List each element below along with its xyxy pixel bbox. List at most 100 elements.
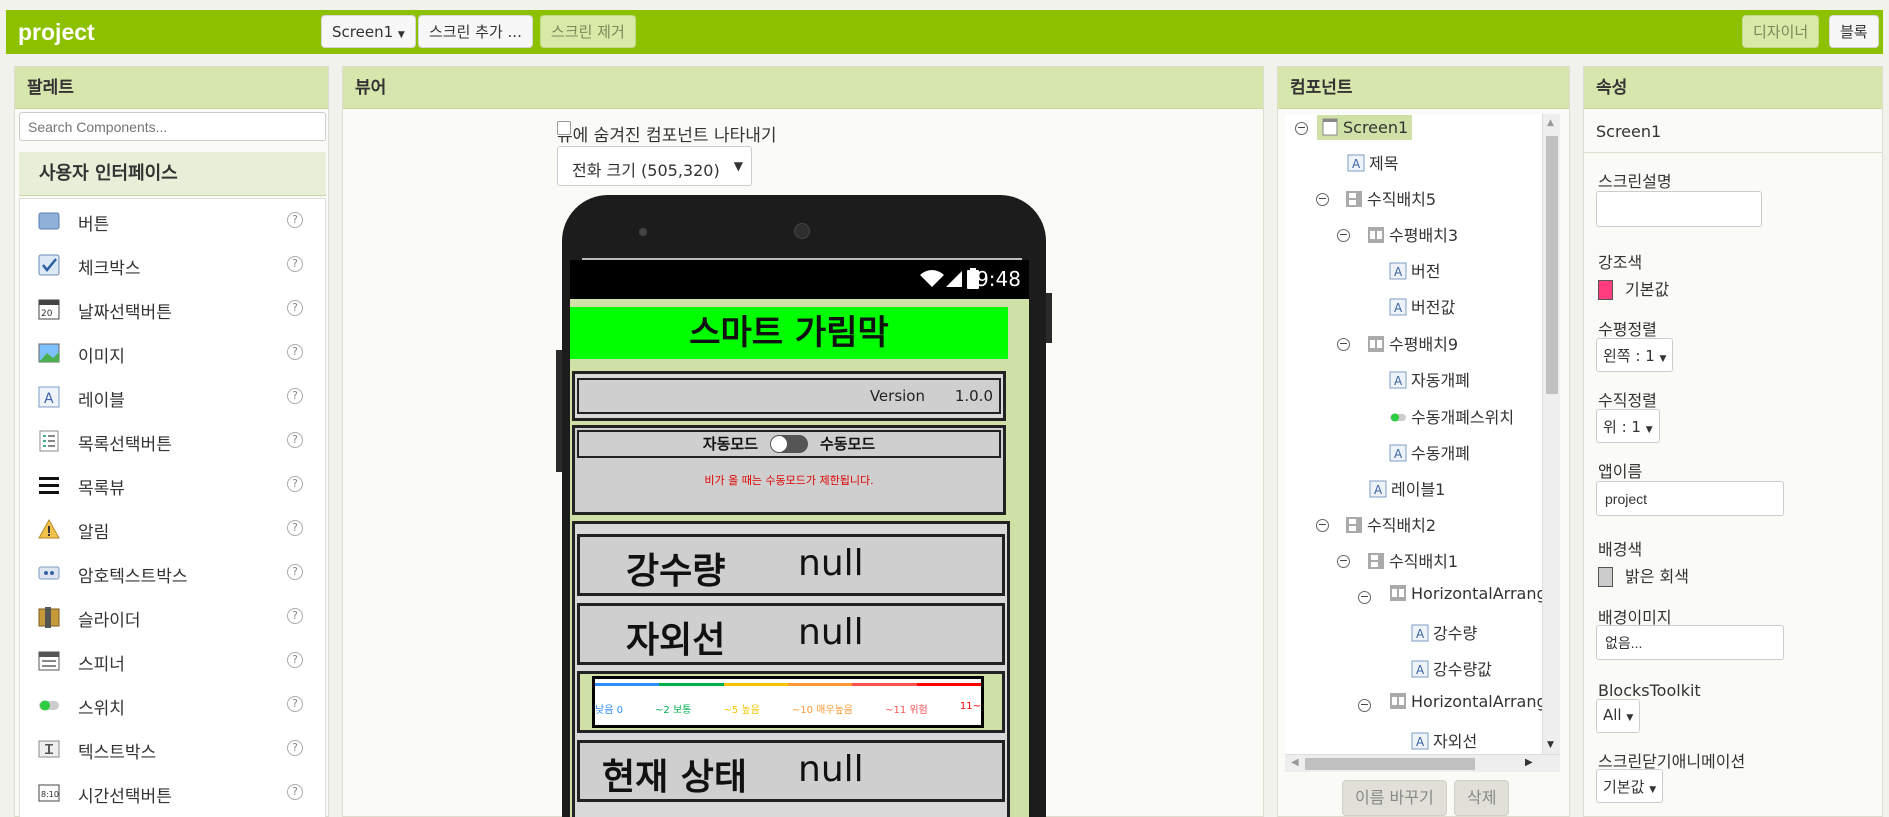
tree-node[interactable]: A 수동개폐 xyxy=(1389,440,1470,464)
tree-node-label: 수동개폐스위치 xyxy=(1411,408,1515,427)
delete-button[interactable]: 삭제 xyxy=(1454,780,1510,816)
valign-select[interactable]: 위 : 1 ▼ xyxy=(1596,409,1660,443)
tree-node[interactable]: HorizontalArrang xyxy=(1389,692,1542,711)
scroll-thumb[interactable] xyxy=(1305,758,1475,770)
palette-item-label[interactable]: A 레이블 ? xyxy=(20,375,325,419)
palette-item-password[interactable]: 암호텍스트박스 ? xyxy=(20,551,325,595)
designer-button[interactable]: 디자이너 xyxy=(1742,15,1820,48)
phone-size-select[interactable]: 전화 크기 (505,320) ▼ xyxy=(557,146,752,186)
rain-warning-text: 비가 올 때는 수동모드가 제한됩니다. xyxy=(704,474,874,487)
palette-item-slider[interactable]: 슬라이더 ? xyxy=(20,595,325,639)
palette-item-switch[interactable]: 스위치 ? xyxy=(20,683,325,727)
tree-horizontal-scrollbar[interactable]: ◀ ▶ xyxy=(1285,754,1560,772)
tree-node[interactable]: 수평배치9 xyxy=(1367,331,1458,355)
collapse-icon[interactable]: − xyxy=(1337,555,1350,568)
palette-category[interactable]: 사용자 인터페이스 xyxy=(19,152,326,196)
collapse-icon[interactable]: − xyxy=(1337,229,1350,242)
accent-value: 기본값 xyxy=(1625,280,1670,299)
screen-dropdown[interactable]: Screen1 ▼ xyxy=(321,15,416,48)
scroll-thumb[interactable] xyxy=(1546,136,1558,394)
palette-item-timepicker[interactable]: 8:10 시간선택버튼 ? xyxy=(20,771,325,815)
help-icon[interactable]: ? xyxy=(287,520,303,536)
accent-color-picker[interactable]: 기본값 xyxy=(1598,276,1669,300)
tree-node[interactable]: A 버전값 xyxy=(1389,294,1455,318)
horizontal-arrangement-icon xyxy=(1389,692,1407,710)
palette-item-textbox[interactable]: 텍스트박스 ? xyxy=(20,727,325,771)
tree-node[interactable]: A 버전 xyxy=(1389,258,1440,282)
collapse-icon[interactable]: − xyxy=(1337,338,1350,351)
label-icon: A xyxy=(1389,262,1407,280)
rename-button[interactable]: 이름 바꾸기 xyxy=(1342,780,1447,816)
help-icon[interactable]: ? xyxy=(287,696,303,712)
help-icon[interactable]: ? xyxy=(287,652,303,668)
notifier-icon xyxy=(38,518,60,540)
tree-node[interactable]: 수직배치5 xyxy=(1345,186,1436,210)
mode-container: 자동모드 수동모드 비가 올 때는 수동모드가 제한됩니다. xyxy=(572,425,1006,515)
palette-item-spinner[interactable]: 스피너 ? xyxy=(20,639,325,683)
color-swatch[interactable] xyxy=(1598,280,1613,300)
tree-node[interactable]: HorizontalArrang xyxy=(1389,584,1542,603)
collapse-icon[interactable]: − xyxy=(1295,122,1308,135)
tree-node[interactable]: A 자외선 xyxy=(1411,728,1477,752)
palette-item-listpicker[interactable]: 목록선택버튼 ? xyxy=(20,419,325,463)
help-icon[interactable]: ? xyxy=(287,256,303,272)
blocks-button[interactable]: 블록 xyxy=(1829,15,1879,48)
blockstoolkit-select[interactable]: All ▼ xyxy=(1596,699,1641,733)
halign-select[interactable]: 왼쪽 : 1 ▼ xyxy=(1596,338,1674,372)
remove-screen-button[interactable]: 스크린 제거 xyxy=(540,15,636,48)
listpicker-icon xyxy=(38,430,60,452)
tree-node[interactable]: A 레이블1 xyxy=(1369,476,1445,500)
tree-node[interactable]: 수평배치3 xyxy=(1367,222,1458,246)
tree-node[interactable]: 수직배치2 xyxy=(1345,512,1436,536)
palette-item-datepicker[interactable]: 20 날짜선택버튼 ? xyxy=(20,287,325,331)
scroll-right-icon[interactable]: ▶ xyxy=(1525,757,1533,768)
tree-node[interactable]: A 자동개폐 xyxy=(1389,367,1470,391)
help-icon[interactable]: ? xyxy=(287,564,303,580)
search-components-input[interactable] xyxy=(19,112,326,141)
svg-text:A: A xyxy=(1416,663,1425,677)
palette-item-checkbox[interactable]: 체크박스 ? xyxy=(20,243,325,287)
bgimage-field[interactable] xyxy=(1596,625,1784,660)
label-icon: A xyxy=(1411,660,1429,678)
help-icon[interactable]: ? xyxy=(287,608,303,624)
screen-desc-field[interactable] xyxy=(1596,191,1762,227)
palette-panel: 팔레트 사용자 인터페이스 버튼 ? 체크박스 ? 20 날짜선택버튼 ? 이미… xyxy=(14,66,329,817)
tree-node[interactable]: A 강수량값 xyxy=(1411,656,1492,680)
palette-item-listview[interactable]: 목록뷰 ? xyxy=(20,463,325,507)
scroll-down-icon[interactable]: ▼ xyxy=(1547,740,1554,750)
tree-node[interactable]: A 제목 xyxy=(1347,150,1398,174)
checkbox-box[interactable] xyxy=(557,121,571,135)
show-hidden-checkbox[interactable]: 뷰에 숨겨진 컴포넌트 나타내기 xyxy=(557,121,777,146)
appname-field[interactable] xyxy=(1596,481,1784,516)
tree-node-screen1[interactable]: Screen1 xyxy=(1317,115,1413,140)
close-anim-select[interactable]: 기본값 ▼ xyxy=(1596,769,1664,803)
tree-node[interactable]: 수직배치1 xyxy=(1367,548,1458,572)
help-icon[interactable]: ? xyxy=(287,476,303,492)
palette-item-image[interactable]: 이미지 ? xyxy=(20,331,325,375)
collapse-icon[interactable]: − xyxy=(1358,699,1371,712)
help-icon[interactable]: ? xyxy=(287,784,303,800)
tree-node[interactable]: A 강수량 xyxy=(1411,620,1477,644)
mode-switch[interactable] xyxy=(770,435,808,453)
help-icon[interactable]: ? xyxy=(287,432,303,448)
tree-vertical-scrollbar[interactable]: ▲ ▼ xyxy=(1542,114,1560,754)
palette-item-button[interactable]: 버튼 ? xyxy=(20,199,325,243)
tree-node-label: Screen1 xyxy=(1343,118,1409,137)
help-icon[interactable]: ? xyxy=(287,300,303,316)
bgcolor-picker[interactable]: 밝은 회색 xyxy=(1598,563,1689,587)
tree-node[interactable]: 수동개폐스위치 xyxy=(1389,404,1514,428)
help-icon[interactable]: ? xyxy=(287,344,303,360)
help-icon[interactable]: ? xyxy=(287,388,303,404)
help-icon[interactable]: ? xyxy=(287,740,303,756)
properties-component-name: Screen1 xyxy=(1584,109,1882,153)
add-screen-button[interactable]: 스크린 추가 ... xyxy=(418,15,533,48)
scroll-left-icon[interactable]: ◀ xyxy=(1291,757,1299,768)
help-icon[interactable]: ? xyxy=(287,212,303,228)
uv-scale-labels: 낮음 0 ~2 보통 ~5 높음 ~10 매우높음 ~11 위험 11~ xyxy=(595,701,981,716)
palette-item-notifier[interactable]: 알림 ? xyxy=(20,507,325,551)
scroll-up-icon[interactable]: ▲ xyxy=(1547,118,1554,128)
color-swatch[interactable] xyxy=(1598,567,1613,587)
collapse-icon[interactable]: − xyxy=(1358,591,1371,604)
collapse-icon[interactable]: − xyxy=(1316,519,1329,532)
collapse-icon[interactable]: − xyxy=(1316,193,1329,206)
